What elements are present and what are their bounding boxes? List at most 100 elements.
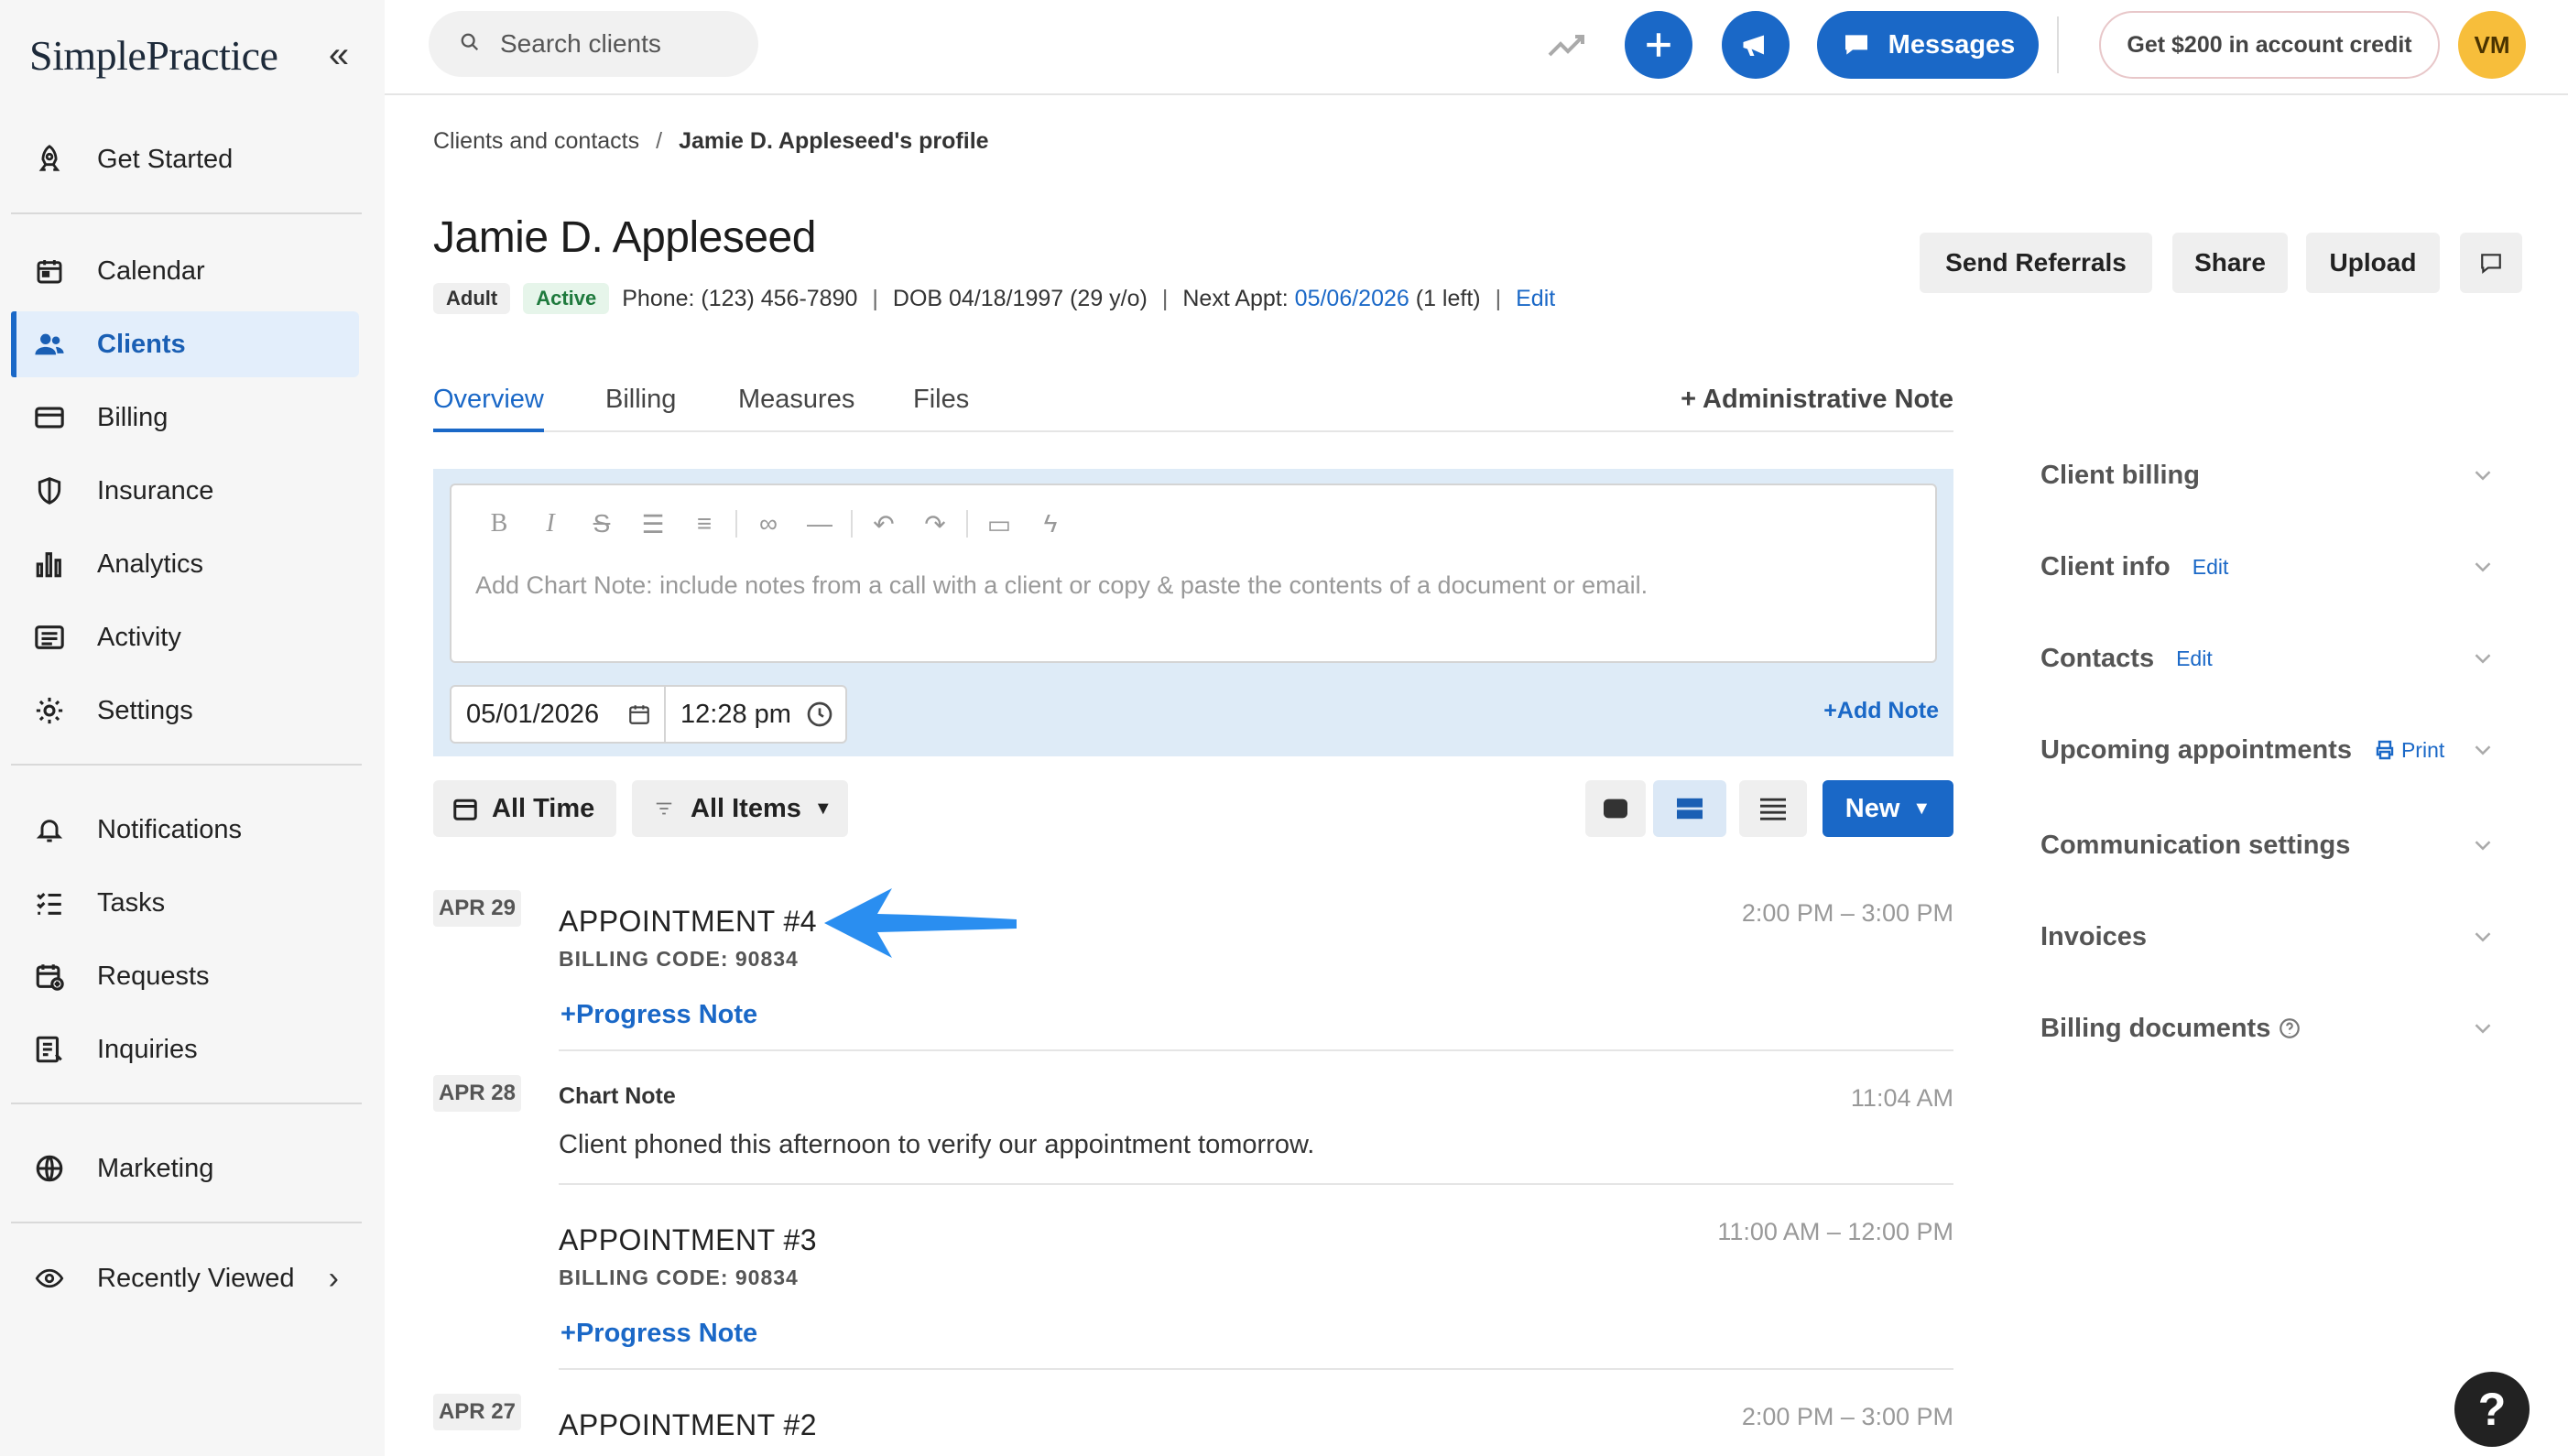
collapse-sidebar-icon[interactable]: « [319, 37, 359, 77]
tab-files[interactable]: Files [913, 385, 969, 432]
add-progress-note-link[interactable]: +Progress Note [560, 1000, 757, 1030]
sidebar-item-clients[interactable]: Clients [11, 311, 359, 377]
horizontal-rule-icon[interactable]: — [794, 509, 845, 538]
communication-settings-section[interactable]: Communication settings [2040, 822, 2497, 868]
sidebar-item-activity[interactable]: Activity [11, 604, 359, 670]
chart-note-placeholder: Add Chart Note: include notes from a cal… [475, 571, 1649, 599]
sidebar-item-label: Calendar [97, 255, 205, 286]
sidebar-item-marketing[interactable]: Marketing [11, 1135, 359, 1201]
shield-icon [33, 474, 66, 507]
numbered-list-icon[interactable]: ≡ [679, 509, 730, 538]
section-title: Client info [2040, 551, 2171, 581]
calendar-plus-icon [33, 960, 66, 993]
upload-button[interactable]: Upload [2306, 233, 2440, 293]
breadcrumb-separator: / [656, 128, 663, 154]
lightning-icon[interactable]: ϟ [1025, 509, 1076, 538]
billing-documents-section[interactable]: Billing documents [2040, 1005, 2497, 1051]
top-bar: Search clients Messages Get $200 in acco… [385, 0, 2568, 95]
sidebar-item-calendar[interactable]: Calendar [11, 238, 359, 304]
view-card-button[interactable] [1585, 780, 1646, 837]
timeline-divider [559, 1183, 1953, 1185]
sidebar-item-billing[interactable]: Billing [11, 385, 359, 451]
progress-note-label: Progress Note [575, 1319, 758, 1348]
sidebar-item-get-started[interactable]: Get Started [11, 126, 359, 192]
sidebar-item-notifications[interactable]: Notifications [11, 797, 359, 863]
note-date-input[interactable]: 05/01/2026 [450, 685, 666, 744]
edit-contacts-link[interactable]: Edit [2176, 647, 2213, 671]
sidebar-item-settings[interactable]: Settings [11, 678, 359, 744]
link-icon[interactable]: ∞ [743, 509, 794, 538]
sidebar-item-recently-viewed[interactable]: Recently Viewed › [11, 1245, 359, 1311]
filter-icon [656, 802, 672, 815]
appointment-title[interactable]: APPOINTMENT #3 [559, 1223, 817, 1257]
checklist-icon [33, 886, 66, 919]
topbar-divider [2057, 16, 2059, 73]
messages-label: Messages [1888, 29, 2016, 60]
upcoming-appointments-section[interactable]: Upcoming appointments Print [2040, 727, 2497, 773]
billing-code: BILLING CODE: 90834 [559, 947, 799, 971]
help-button[interactable]: ? [2454, 1372, 2530, 1447]
create-button[interactable] [1625, 11, 1692, 79]
account-credit-button[interactable]: Get $200 in account credit [2099, 11, 2440, 79]
redo-icon[interactable]: ↷ [909, 509, 961, 539]
send-referrals-button[interactable]: Send Referrals [1920, 233, 2152, 293]
search-input[interactable]: Search clients [429, 11, 758, 77]
sidebar-item-label: Get Started [97, 144, 234, 174]
view-split-button[interactable] [1653, 780, 1726, 837]
appointment-time: 2:00 PM – 3:00 PM [1741, 899, 1953, 927]
edit-client-link[interactable]: Edit [1516, 286, 1555, 312]
comment-button[interactable] [2460, 233, 2522, 293]
sidebar-item-requests[interactable]: Requests [11, 943, 359, 1009]
add-progress-note-link[interactable]: +Progress Note [560, 1319, 757, 1349]
calendar-icon [453, 799, 477, 820]
view-list-button[interactable] [1739, 780, 1807, 837]
administrative-note-button[interactable]: + Administrative Note [1681, 385, 1953, 415]
section-title: Billing documents [2040, 1013, 2271, 1043]
breadcrumb: Clients and contacts / Jamie D. Appleseed'… [433, 128, 989, 155]
bold-icon[interactable]: B [473, 509, 525, 538]
app-logo[interactable]: SimplePractice [29, 31, 278, 80]
bullet-list-icon[interactable]: ☰ [627, 509, 679, 539]
contacts-section[interactable]: Contacts Edit [2040, 636, 2497, 681]
sidebar-item-analytics[interactable]: Analytics [11, 531, 359, 597]
add-note-button[interactable]: +Add Note [1823, 698, 1939, 724]
strikethrough-icon[interactable]: S [576, 509, 627, 538]
plus-icon: + [560, 1000, 576, 1029]
appointment-title[interactable]: APPOINTMENT #2 [559, 1408, 817, 1442]
print-label: Print [2400, 737, 2445, 762]
breadcrumb-parent-link[interactable]: Clients and contacts [433, 128, 639, 154]
section-title: Upcoming appointments [2040, 734, 2352, 765]
client-billing-section[interactable]: Client billing [2040, 452, 2497, 498]
next-appt-link[interactable]: 05/06/2026 [1295, 286, 1409, 312]
print-appointments-link[interactable]: Print [2374, 738, 2444, 763]
undo-icon[interactable]: ↶ [858, 509, 909, 539]
tab-billing[interactable]: Billing [605, 385, 676, 432]
new-item-button[interactable]: New ▼ [1823, 780, 1953, 837]
chevron-right-icon[interactable]: › [329, 1261, 339, 1297]
items-filter-button[interactable]: All Items ▼ [632, 780, 848, 837]
template-icon[interactable]: ▭ [974, 509, 1025, 539]
time-filter-button[interactable]: All Time [433, 780, 616, 837]
sidebar-item-insurance[interactable]: Insurance [11, 458, 359, 524]
section-title: Client billing [2040, 460, 2200, 490]
eye-icon [33, 1262, 66, 1295]
client-info-section[interactable]: Client info Edit [2040, 544, 2497, 590]
invoices-section[interactable]: Invoices [2040, 914, 2497, 960]
trending-icon[interactable] [1546, 24, 1590, 68]
messages-button[interactable]: Messages [1817, 11, 2039, 79]
chart-note-title[interactable]: Chart Note [559, 1083, 676, 1110]
chart-note-editor[interactable]: B I S ☰ ≡ ∞ — ↶ ↷ ▭ ϟ Add Chart Note: in… [450, 484, 1937, 663]
share-button[interactable]: Share [2172, 233, 2288, 293]
note-time-input[interactable]: 12:28 pm [664, 685, 847, 744]
appointment-title[interactable]: APPOINTMENT #4 [559, 905, 817, 939]
tab-measures[interactable]: Measures [738, 385, 854, 432]
italic-icon[interactable]: I [525, 509, 576, 538]
comment-icon [2481, 254, 2501, 275]
sidebar-item-inquiries[interactable]: Inquiries [11, 1016, 359, 1082]
edit-client-info-link[interactable]: Edit [2193, 555, 2229, 580]
avatar[interactable]: VM [2458, 11, 2526, 79]
chart-note-panel: B I S ☰ ≡ ∞ — ↶ ↷ ▭ ϟ Add Chart Note: in… [433, 469, 1953, 756]
announcements-button[interactable] [1722, 11, 1790, 79]
tab-overview[interactable]: Overview [433, 385, 544, 432]
sidebar-item-tasks[interactable]: Tasks [11, 870, 359, 936]
